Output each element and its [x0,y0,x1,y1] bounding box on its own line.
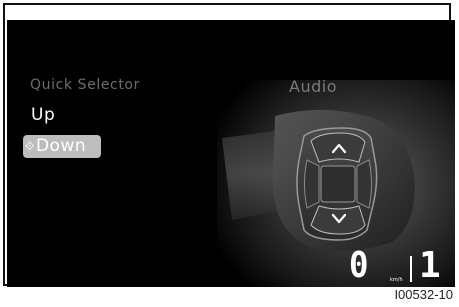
display-screen: Quick Selector Audio Up ⟐Down 0 km/h 1 [7,20,455,287]
speed-unit: km/h [390,277,403,283]
menu-item-down-label: Down [35,136,87,156]
selection-arrow-icon: ⟐ [25,139,35,153]
dpad-center [320,165,356,203]
menu-item-down[interactable]: ⟐Down [23,135,101,158]
figure-id: I00532-10 [394,287,453,302]
dpad-left-segment [304,159,320,209]
menu-title: Quick Selector [30,77,140,93]
status-divider [410,256,412,282]
gear-readout: 1 [419,245,441,286]
speed-readout: 0 [349,245,369,286]
dpad-right-segment [356,159,372,209]
panel-title: Audio [289,77,337,96]
menu-item-up[interactable]: Up [31,105,55,125]
